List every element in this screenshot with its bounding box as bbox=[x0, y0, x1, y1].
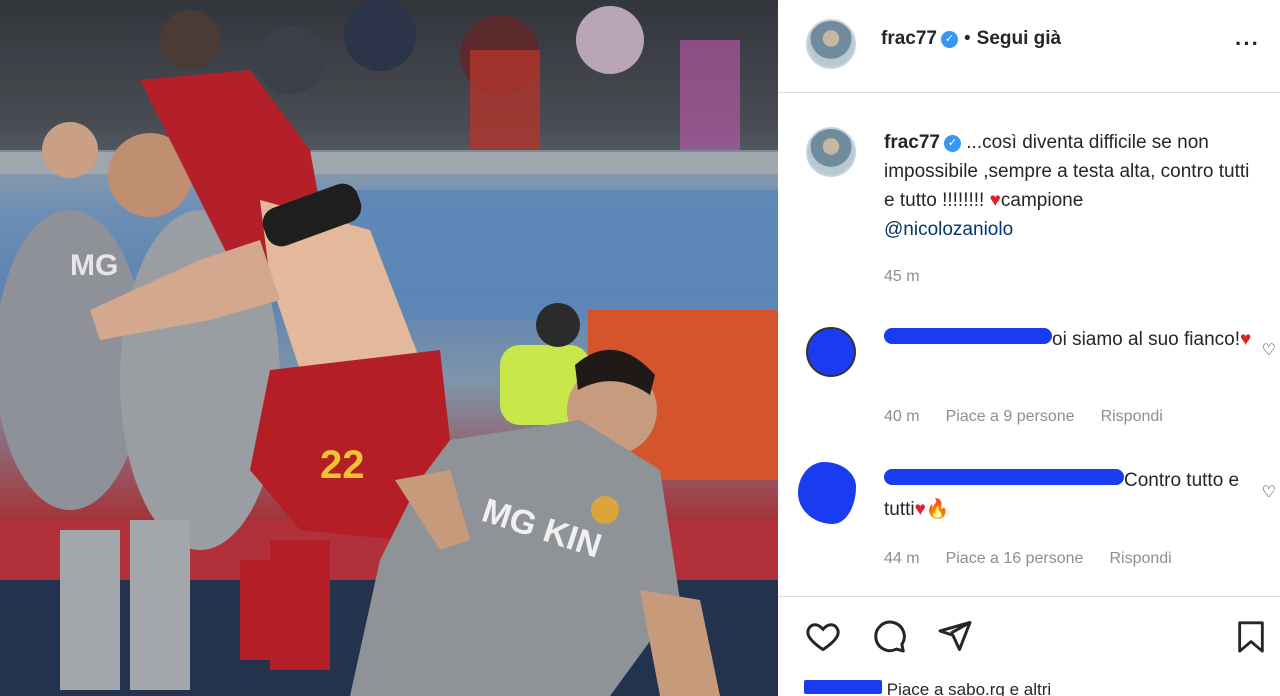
caption-mention[interactable]: @nicolozaniolo bbox=[884, 219, 1013, 240]
action-bar bbox=[804, 618, 974, 654]
author-avatar[interactable] bbox=[806, 19, 856, 69]
comment-avatar[interactable] bbox=[798, 462, 856, 524]
post-side-panel: frac77 ✓ • Segui già ··· frac77 ✓ ...così di… bbox=[778, 0, 1280, 696]
caption-avatar[interactable] bbox=[806, 127, 856, 177]
heart-emoji: ♥ bbox=[1240, 329, 1252, 350]
reply-button[interactable]: Rispondi bbox=[1101, 408, 1163, 425]
actions-divider bbox=[778, 596, 1280, 597]
comment-item: Contro tutto e tutti♥🔥 bbox=[884, 466, 1254, 524]
comment-icon[interactable] bbox=[870, 618, 908, 654]
fire-emoji: 🔥 bbox=[925, 499, 950, 520]
author-username[interactable]: frac77 bbox=[881, 28, 937, 49]
comment-likes[interactable]: Piace a 16 persone bbox=[946, 550, 1084, 567]
post-photo[interactable]: MG 22 MG KIN bbox=[0, 0, 778, 696]
heart-icon[interactable] bbox=[804, 618, 842, 654]
likes-summary: Piace a sabo.rg e altri bbox=[804, 680, 1051, 696]
verified-icon: ✓ bbox=[941, 31, 958, 48]
comment-meta: 44 m Piace a 16 persone Rispondi bbox=[884, 550, 1198, 568]
comment-like-icon[interactable]: ♡ bbox=[1262, 340, 1276, 360]
header-divider bbox=[778, 92, 1280, 93]
photo-illustration: MG 22 MG KIN bbox=[0, 0, 778, 696]
reply-button[interactable]: Rispondi bbox=[1109, 550, 1171, 567]
sponsor-text-left: MG bbox=[70, 249, 118, 282]
heart-emoji: ♥ bbox=[989, 190, 1001, 211]
heart-emoji: ♥ bbox=[914, 499, 926, 520]
post-caption: frac77 ✓ ...così diventa difficile se non… bbox=[884, 128, 1264, 244]
comment-meta: 40 m Piace a 9 persone Rispondi bbox=[884, 408, 1189, 426]
comment-time: 44 m bbox=[884, 550, 920, 567]
caption-text-end: campione bbox=[1000, 190, 1084, 211]
follow-status-button[interactable]: Segui già bbox=[977, 28, 1061, 49]
verified-icon: ✓ bbox=[944, 135, 961, 152]
bookmark-icon[interactable] bbox=[1234, 618, 1268, 661]
header-user-line: frac77 ✓ • Segui già bbox=[881, 28, 1061, 50]
comment-likes[interactable]: Piace a 9 persone bbox=[946, 408, 1075, 425]
redacted-avatars bbox=[804, 680, 882, 694]
jersey-number: 22 bbox=[320, 443, 365, 487]
separator-dot: • bbox=[964, 28, 971, 49]
comment-item: oi siamo al suo fianco!♥ bbox=[884, 325, 1254, 354]
redacted-username bbox=[884, 469, 1124, 485]
redacted-username bbox=[884, 328, 1052, 344]
more-icon[interactable]: ··· bbox=[1235, 31, 1260, 57]
comment-avatar[interactable] bbox=[806, 327, 856, 377]
caption-time: 45 m bbox=[884, 268, 920, 285]
comment-time: 40 m bbox=[884, 408, 920, 425]
share-icon[interactable] bbox=[936, 618, 974, 654]
comment-like-icon[interactable]: ♡ bbox=[1262, 482, 1276, 502]
likes-text[interactable]: Piace a sabo.rg e altri bbox=[887, 680, 1051, 696]
comment-text: oi siamo al suo fianco! bbox=[1052, 329, 1240, 350]
caption-username[interactable]: frac77 bbox=[884, 132, 940, 153]
